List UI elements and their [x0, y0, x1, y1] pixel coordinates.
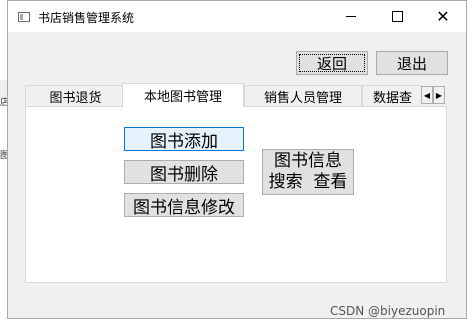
tab-scroll-control: ◀ ▶ [421, 86, 445, 104]
tab-sales-staff-management[interactable]: 销售人员管理 [244, 85, 362, 106]
tab-label: 数据查 [373, 90, 413, 106]
modify-book-info-button[interactable]: 图书信息修改 [124, 193, 244, 218]
delete-book-button[interactable]: 图书删除 [124, 160, 244, 185]
add-book-button[interactable]: 图书添加 [124, 127, 244, 152]
tab-local-book-management[interactable]: 本地图书管理 [122, 83, 244, 107]
tab-strip: 图书退货 本地图书管理 销售人员管理 数据查 ◀ ▶ [25, 83, 445, 107]
tab-scroll-left-button[interactable]: ◀ [421, 86, 433, 104]
minimize-button[interactable] [328, 1, 374, 32]
tab-data-query[interactable]: 数据查 [362, 85, 422, 106]
window-title: 书店销售管理系统 [38, 11, 135, 25]
tab-book-return[interactable]: 图书退货 [25, 85, 126, 106]
tab-scroll-right-button[interactable]: ▶ [433, 86, 445, 104]
tab-label: 销售人员管理 [263, 90, 342, 106]
arrow-right-icon: ▶ [435, 90, 443, 100]
minimize-icon [346, 16, 356, 17]
exit-button[interactable]: 退出 [376, 51, 448, 75]
close-icon: ✕ [436, 7, 450, 26]
back-button[interactable]: 返回 [296, 51, 368, 75]
main-window: 书店销售管理系统 ✕ 返回 退出 图书退货 本地图书管理 销售人员管理 数据查 … [7, 0, 467, 319]
app-window-icon[interactable] [18, 12, 30, 22]
watermark-text: CSDN @biyezuopin [330, 304, 446, 318]
maximize-button[interactable] [374, 1, 420, 32]
tab-label: 本地图书管理 [143, 90, 222, 105]
arrow-left-icon: ◀ [423, 90, 431, 100]
close-button[interactable]: ✕ [420, 1, 466, 32]
maximize-icon [391, 11, 403, 22]
search-book-info-button[interactable]: 图书信息 搜索 查看 [262, 149, 354, 195]
title-bar[interactable]: 书店销售管理系统 ✕ [8, 1, 466, 32]
tab-label: 图书退货 [49, 90, 102, 106]
